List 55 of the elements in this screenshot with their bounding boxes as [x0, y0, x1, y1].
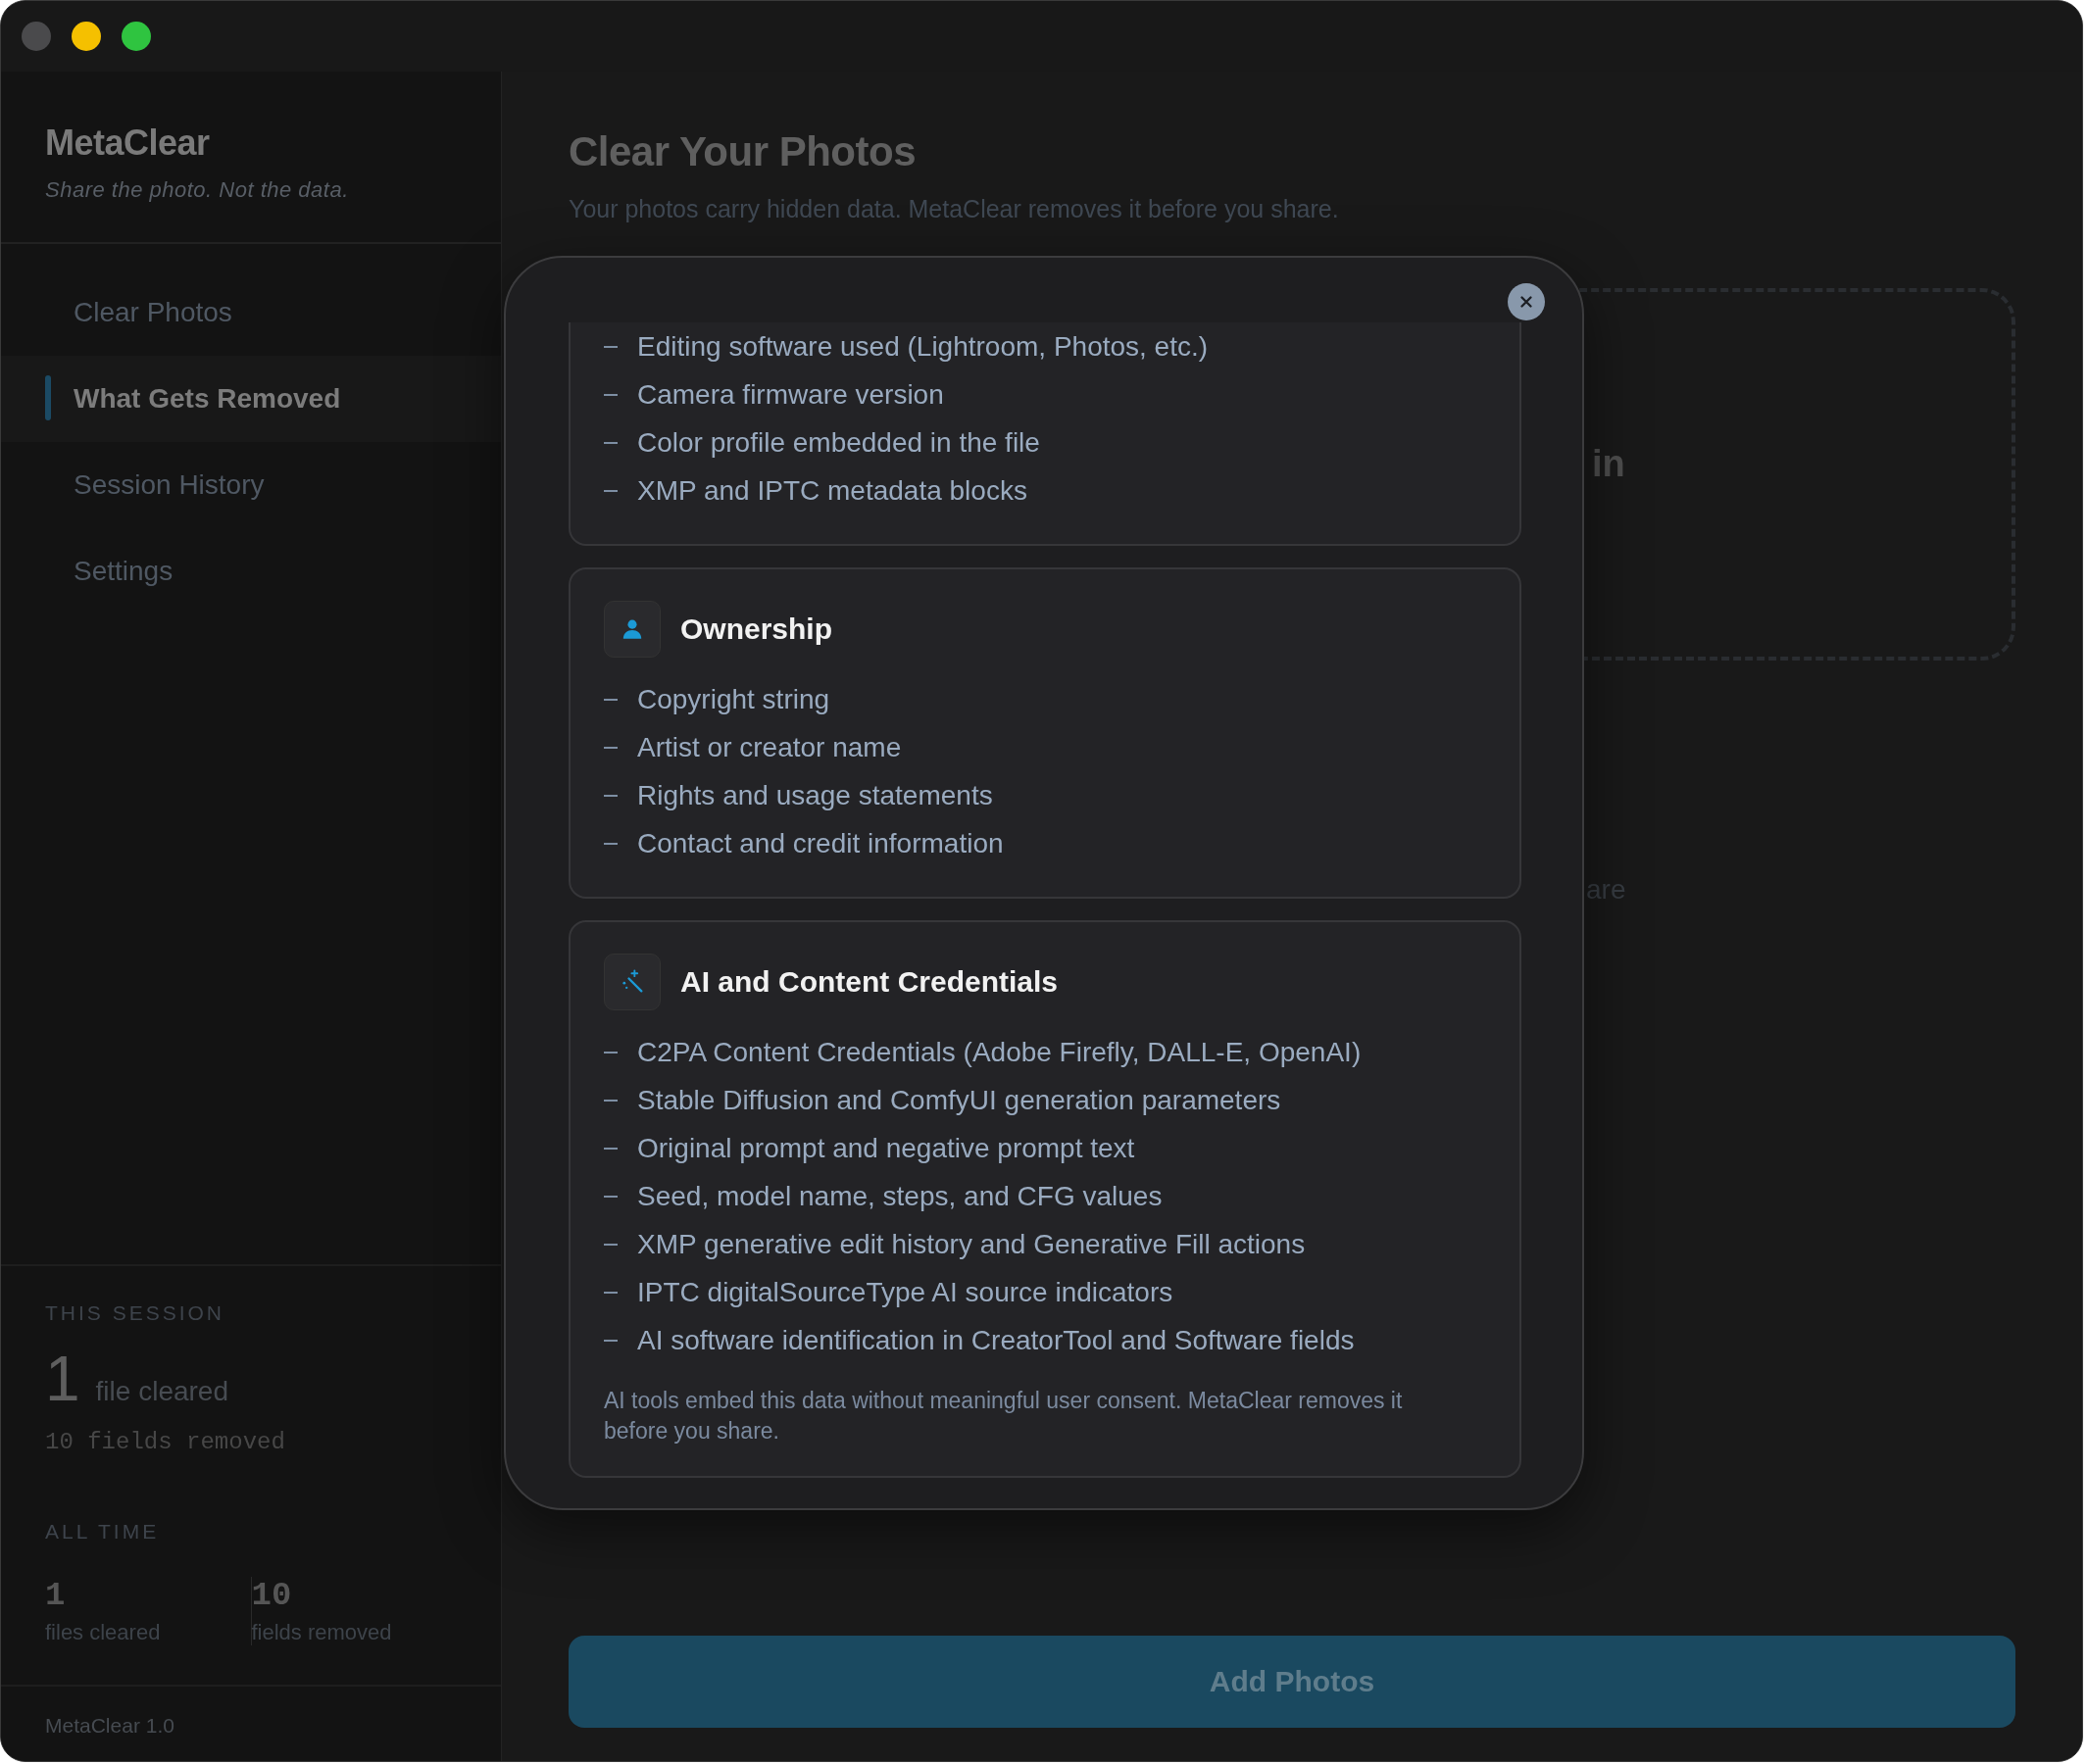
- removed-field-item: Stable Diffusion and ComfyUI generation parameters: [637, 1084, 1281, 1116]
- person-icon: [604, 601, 661, 658]
- dash-icon: [604, 842, 618, 845]
- sidebar-nav-item[interactable]: Session History: [1, 442, 501, 528]
- removed-field-item: XMP and IPTC metadata blocks: [637, 474, 1027, 507]
- removed-field-item: Copyright string: [637, 683, 830, 715]
- dash-icon: [604, 489, 618, 492]
- sidebar-nav-item[interactable]: What Gets Removed: [1, 356, 501, 442]
- removed-field-item: AI software identification in CreatorTool and Software fields: [637, 1324, 1355, 1356]
- removed-field-item: Original prompt and negative prompt text: [637, 1132, 1135, 1164]
- dash-icon: [604, 1051, 618, 1054]
- window-zoom-button[interactable]: [122, 22, 151, 51]
- removed-field-item: Rights and usage statements: [637, 779, 993, 811]
- close-icon[interactable]: [1508, 283, 1545, 320]
- dash-icon: [604, 1339, 618, 1342]
- dash-icon: [604, 794, 618, 797]
- files-count: 1: [45, 1343, 80, 1415]
- removed-field-item: Artist or creator name: [637, 731, 902, 763]
- removed-field-item: XMP generative edit history and Generative Fill actions: [637, 1228, 1306, 1260]
- app-tagline: Share the photo. Not the data.: [45, 177, 350, 203]
- app-name: MetaClear: [45, 122, 211, 164]
- files-label: file cleared: [95, 1376, 228, 1407]
- page-title: Clear Your Photos: [569, 128, 918, 175]
- removed-field-item: IPTC digitalSourceType AI source indicators: [637, 1276, 1173, 1308]
- category-note: AI tools embed this data without meaningful user consent. MetaClear removes it before you share.: [604, 1387, 1404, 1446]
- sidebar-nav-item[interactable]: Clear Photos: [1, 270, 501, 356]
- dash-icon: [604, 1099, 618, 1102]
- dash-icon: [604, 393, 618, 396]
- magic-wand-icon: [604, 954, 661, 1010]
- removed-field-item: Camera firmware version: [637, 378, 944, 411]
- category-title: AI and Content Credentials: [680, 965, 1059, 999]
- dash-icon: [604, 1291, 618, 1294]
- page-subtitle: Your photos carry hidden data. MetaClear removes it before you share.: [569, 195, 1340, 223]
- removed-field-item: Color profile embedded in the file: [637, 426, 1040, 459]
- selection-indicator: [45, 375, 51, 420]
- category-title: Ownership: [680, 612, 833, 646]
- section-heading: ALL TIME: [45, 1520, 161, 1544]
- stat-value: 1: [45, 1577, 67, 1614]
- removed-field-item: Editing software used (Lightroom, Photos, etc.): [637, 330, 1209, 363]
- dash-icon: [604, 1243, 618, 1246]
- removed-field-item: Contact and credit information: [637, 827, 1004, 859]
- removed-field-item: C2PA Content Credentials (Adobe Firefly, DALL-E, OpenAI): [637, 1036, 1362, 1068]
- dash-icon: [604, 1195, 618, 1198]
- version-text: MetaClear 1.0: [1, 1685, 501, 1761]
- window-minimize-button[interactable]: [72, 22, 101, 51]
- removed-field-item: Seed, model name, steps, and CFG values: [637, 1180, 1163, 1212]
- dash-icon: [604, 698, 618, 701]
- stat-value: 10: [251, 1577, 293, 1614]
- dash-icon: [604, 441, 618, 444]
- section-heading: THIS SESSION: [45, 1301, 226, 1325]
- sidebar-nav-item[interactable]: Settings: [1, 528, 501, 614]
- dash-icon: [604, 746, 618, 749]
- dash-icon: [604, 345, 618, 348]
- dash-icon: [604, 1147, 618, 1150]
- add-photos-button[interactable]: Add Photos: [569, 1636, 2015, 1728]
